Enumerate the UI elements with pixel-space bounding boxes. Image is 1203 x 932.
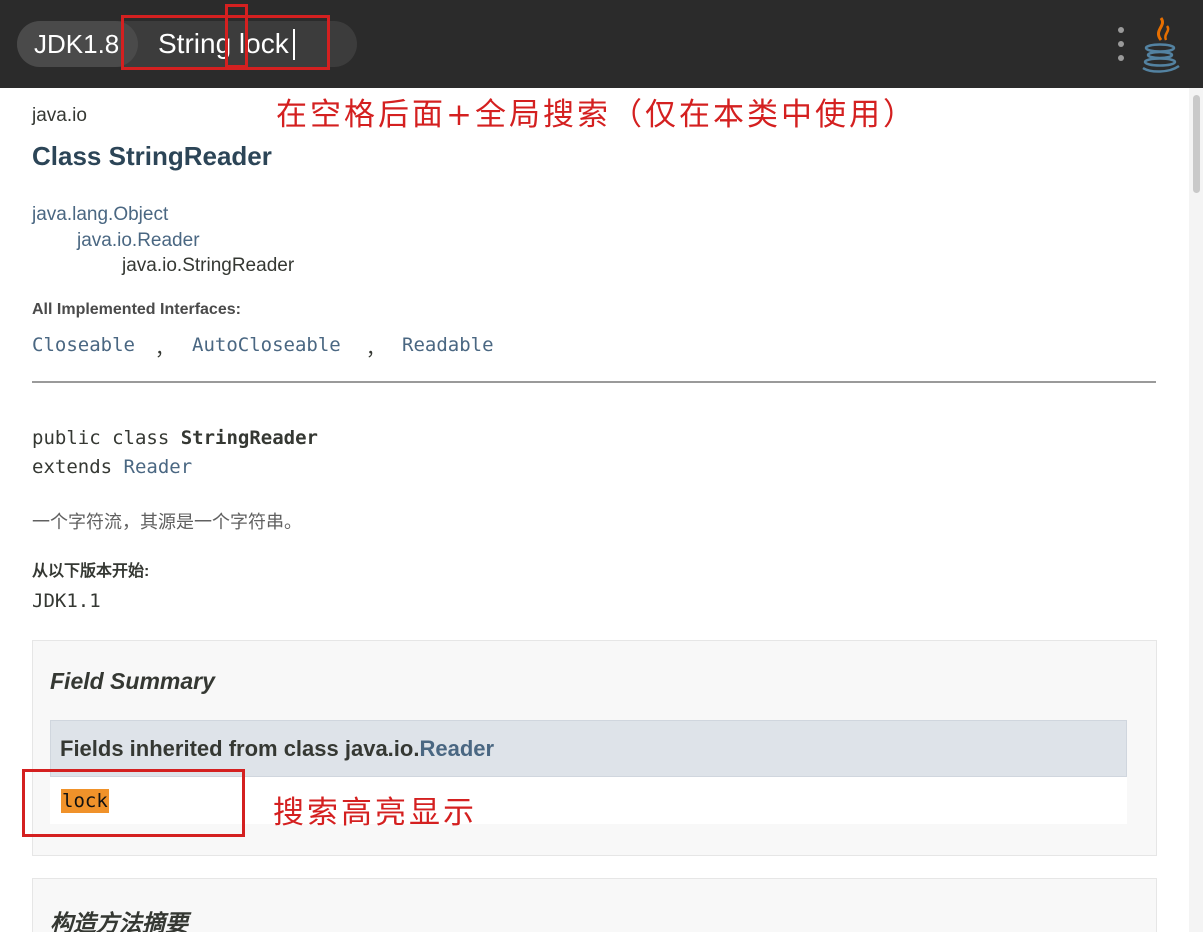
- version-badge[interactable]: JDK1.8: [17, 21, 138, 67]
- constructor-summary-section: 构造方法摘要: [32, 878, 1157, 932]
- inherited-fields-prefix: Fields inherited from class java.io.: [60, 736, 420, 761]
- inherited-class-link[interactable]: Reader: [419, 736, 494, 761]
- top-bar: JDK1.8: [0, 0, 1203, 88]
- constructor-summary-title: 构造方法摘要: [50, 910, 188, 932]
- declaration-prefix: public class: [32, 427, 181, 449]
- java-logo-icon[interactable]: [1137, 16, 1183, 74]
- kebab-menu-icon[interactable]: [1113, 26, 1129, 64]
- inheritance-current-class: java.io.StringReader: [122, 255, 295, 276]
- superclass-link[interactable]: Reader: [124, 456, 193, 478]
- since-label: 从以下版本开始:: [32, 563, 150, 580]
- inheritance-link-object[interactable]: java.lang.Object: [32, 204, 168, 226]
- inherited-fields-heading: Fields inherited from class java.io.Read…: [60, 736, 494, 762]
- extends-prefix: extends: [32, 456, 124, 478]
- field-summary-title: Field Summary: [50, 668, 215, 694]
- since-value: JDK1.1: [32, 590, 101, 612]
- package-name: java.io: [32, 105, 87, 126]
- declaration-class-name: StringReader: [180, 427, 318, 449]
- class-extends: extends Reader: [32, 456, 192, 478]
- class-description: 一个字符流，其源是一个字符串。: [32, 512, 302, 533]
- interface-separator: ，: [155, 339, 175, 360]
- inheritance-link-reader[interactable]: java.io.Reader: [77, 230, 200, 252]
- class-declaration: public class StringReader: [32, 427, 318, 449]
- scrollbar-thumb[interactable]: [1193, 95, 1200, 193]
- interface-separator: ，: [366, 339, 386, 360]
- interface-link-readable[interactable]: Readable: [402, 334, 494, 356]
- annotation-highlight-hint: 搜索高亮显示: [273, 795, 477, 831]
- interfaces-label: All Implemented Interfaces:: [32, 301, 241, 318]
- annotation-box-highlight: [22, 769, 245, 837]
- interface-link-autocloseable[interactable]: AutoCloseable: [192, 334, 341, 356]
- scrollbar-track[interactable]: [1189, 88, 1203, 932]
- interface-link-closeable[interactable]: Closeable: [32, 334, 135, 356]
- page-title: Class StringReader: [32, 141, 272, 171]
- divider: [32, 381, 1156, 383]
- annotation-box-space: [225, 4, 248, 68]
- annotation-search-hint: 在空格后面+全局搜索（仅在本类中使用）: [276, 97, 917, 133]
